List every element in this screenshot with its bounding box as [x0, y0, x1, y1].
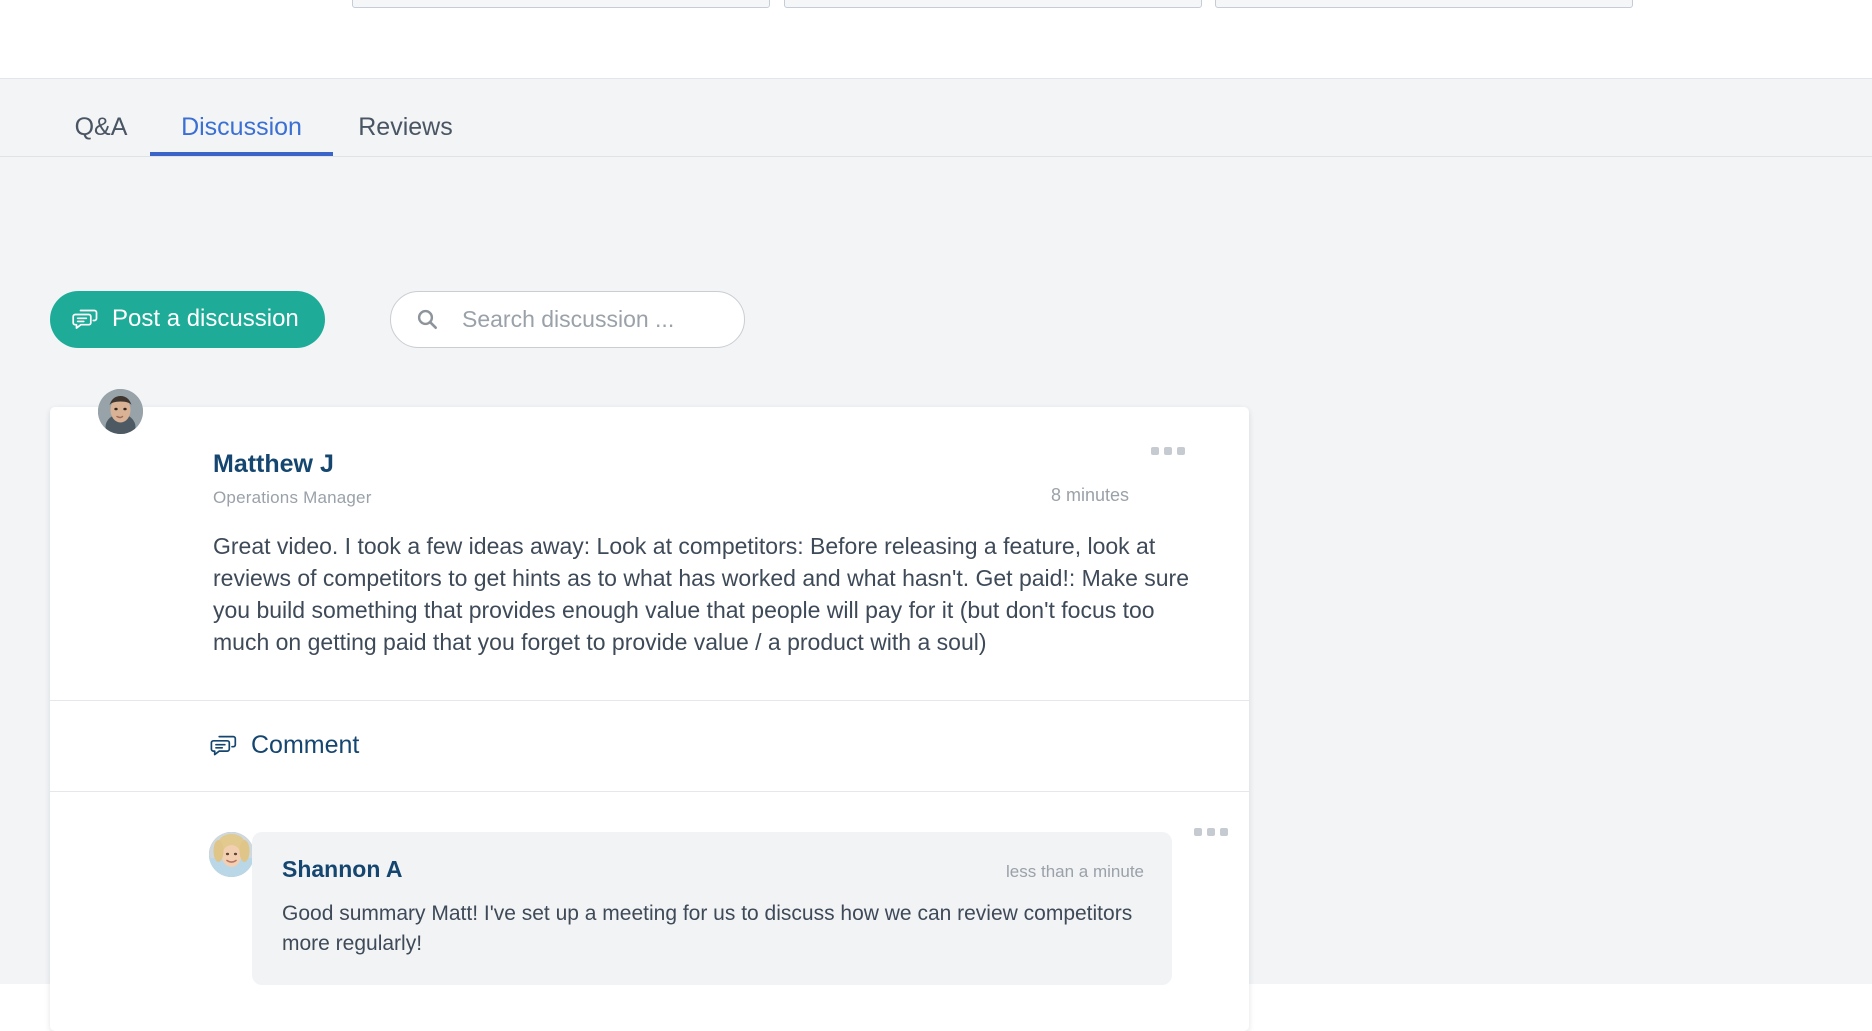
avatar[interactable] [209, 831, 254, 877]
reply-bubble: Shannon A less than a minute Good summar… [252, 827, 1228, 985]
reply-timestamp: less than a minute [1006, 861, 1144, 881]
ellipsis-dot [1164, 447, 1172, 455]
discussion-page: Q&A Discussion Reviews Post a discussion [0, 78, 1872, 1031]
post-body-text: Great video. I took a few ideas away: Lo… [213, 532, 1189, 655]
discussion-reply: Shannon A less than a minute Good summar… [50, 792, 1249, 1031]
search-discussion-field[interactable] [390, 291, 776, 348]
tab-discussion[interactable]: Discussion [150, 101, 333, 156]
top-panel-strip [0, 0, 1872, 78]
avatar[interactable] [98, 389, 143, 434]
comment-button-label: Comment [251, 731, 360, 759]
search-discussion-input[interactable] [460, 305, 776, 334]
speech-bubble-icon [72, 307, 99, 332]
ellipsis-dot [1151, 447, 1159, 455]
comment-button[interactable]: Comment [210, 731, 359, 760]
discussion-card: Matthew J Operations Manager 8 minutes G… [50, 407, 1249, 1031]
post-header: Matthew J Operations Manager 8 minutes [213, 447, 1203, 508]
tab-qa-label: Q&A [74, 113, 128, 141]
ellipsis-dot [1207, 827, 1215, 836]
search-icon [415, 307, 440, 332]
post-discussion-button[interactable]: Post a discussion [50, 291, 325, 348]
post-author-name[interactable]: Matthew J [213, 450, 334, 479]
post-timestamp: 8 minutes [1050, 485, 1129, 505]
tab-discussion-label: Discussion [181, 113, 302, 141]
comment-bar: Comment [50, 699, 1249, 792]
ellipsis-dot [1220, 827, 1228, 836]
stat-card-3[interactable] [1215, 0, 1633, 8]
tab-qa[interactable]: Q&A [52, 101, 150, 156]
reply-author-name[interactable]: Shannon A [282, 856, 403, 883]
tab-bar: Q&A Discussion Reviews [0, 101, 1872, 157]
discussion-action-row: Post a discussion [0, 291, 1872, 355]
ellipsis-dot [1177, 447, 1185, 455]
reply-body-text: Good summary Matt! I've set up a meeting… [282, 901, 1133, 955]
ellipsis-icon[interactable] [1194, 827, 1228, 836]
stat-card-1[interactable] [352, 0, 770, 8]
ellipsis-icon[interactable] [1151, 447, 1185, 455]
tab-reviews-label: Reviews [358, 113, 453, 141]
comment-bubble-icon [210, 733, 238, 759]
ellipsis-dot [1194, 827, 1202, 836]
post-discussion-button-label: Post a discussion [112, 304, 299, 332]
stat-card-2[interactable] [784, 0, 1202, 8]
tab-reviews[interactable]: Reviews [333, 101, 478, 156]
discussion-post: Matthew J Operations Manager 8 minutes G… [50, 407, 1249, 700]
